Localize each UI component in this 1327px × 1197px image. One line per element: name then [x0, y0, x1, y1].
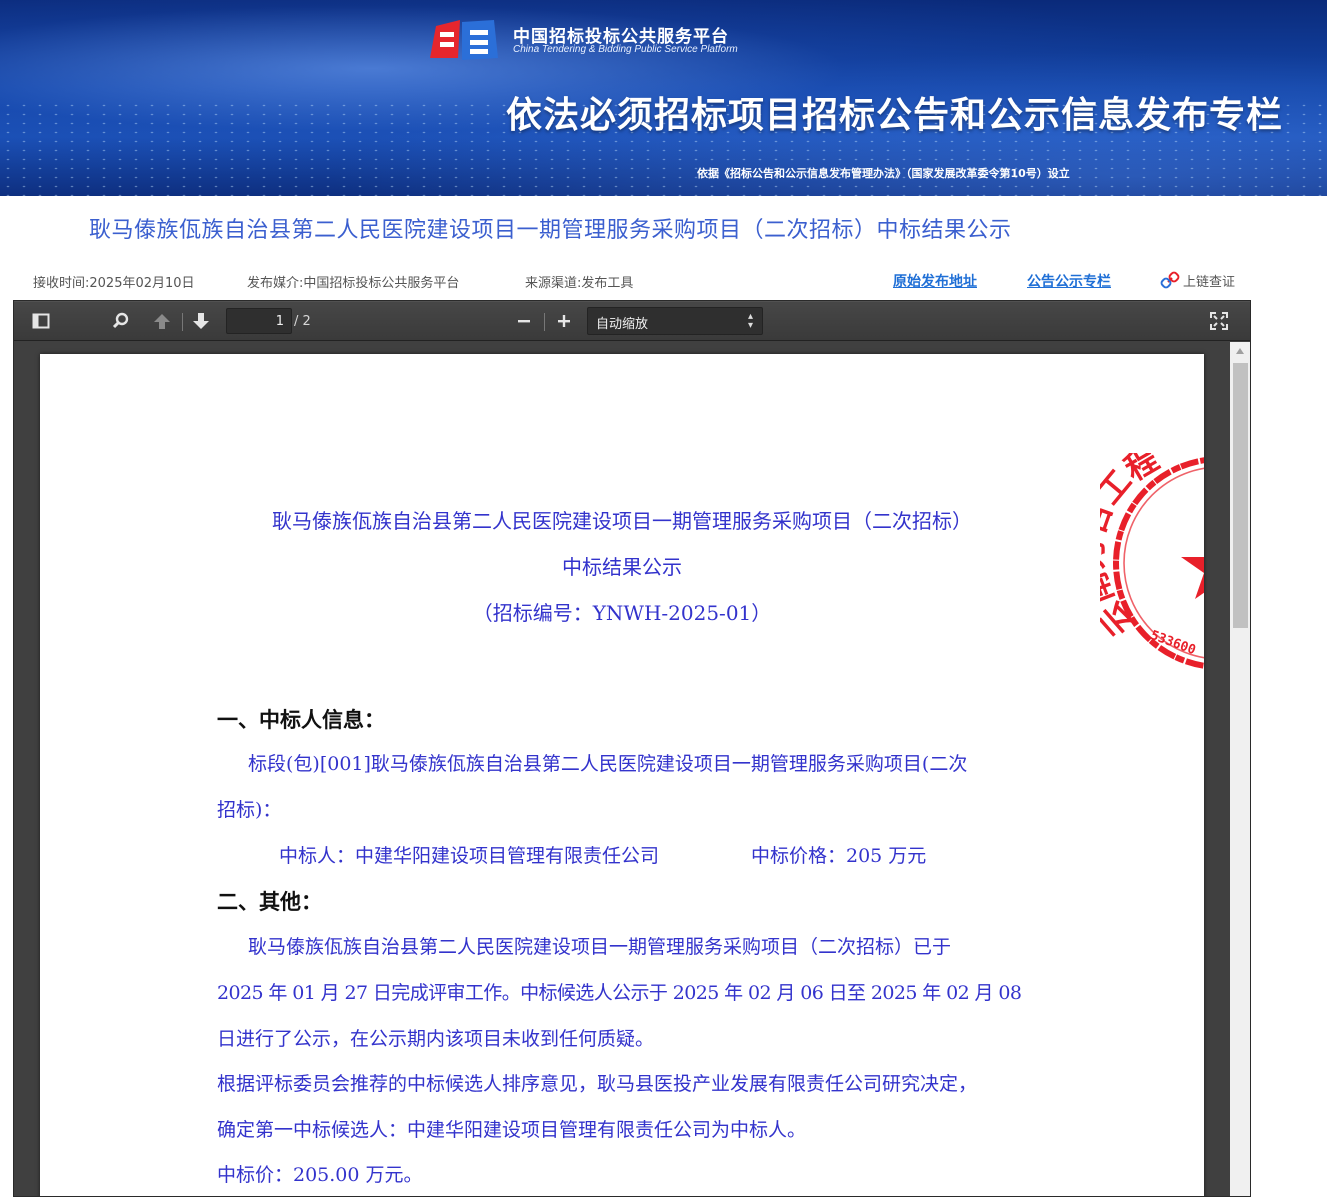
column-link[interactable]: 公告公示专栏	[1027, 271, 1111, 291]
previous-page-button[interactable]	[149, 308, 175, 334]
seal-arc-text: 云南万合工程	[1100, 453, 1165, 644]
doc-code-line: （招标编号：YNWH-2025-01）	[472, 601, 772, 625]
minus-icon	[518, 320, 530, 323]
zoom-out-button[interactable]	[511, 308, 537, 334]
para2-line2: 确定第一中标候选人：中建华阳建设项目管理有限责任公司为中标人。	[217, 1119, 807, 1141]
source-channel: 来源渠道:发布工具	[525, 276, 634, 291]
plus-icon	[558, 315, 570, 327]
banner-basis: 依据《招标公告和公示信息发布管理办法》（国家发展改革委令第10号）设立	[697, 167, 1070, 180]
publish-media: 发布媒介:中国招标投标公共服务平台	[247, 276, 460, 291]
lot-line2: 招标)：	[217, 799, 282, 821]
pdf-page: 耿马傣族佤族自治县第二人民医院建设项目一期管理服务采购项目（二次招标） 中标结果…	[40, 354, 1204, 1196]
section1-heading: 一、中标人信息：	[217, 708, 385, 732]
page-title: 耿马傣族佤族自治县第二人民医院建设项目一期管理服务采购项目（二次招标）中标结果公…	[89, 218, 1012, 243]
pdf-scroll-area[interactable]: 耿马傣族佤族自治县第二人民医院建设项目一期管理服务采购项目（二次招标） 中标结果…	[14, 342, 1250, 1196]
doc-title-line1: 耿马傣族佤族自治县第二人民医院建设项目一期管理服务采购项目（二次招标）	[272, 509, 972, 533]
select-updown-icon: ▴ ▾	[747, 311, 753, 331]
section2-heading: 二、其他：	[217, 890, 322, 914]
presentation-mode-button[interactable]	[1206, 308, 1232, 334]
sidebar-icon	[32, 313, 50, 329]
search-icon	[112, 312, 129, 329]
pdf-viewer: / 2 自动缩放 ▴▾ 耿马傣族佤族自治县第二人民医院建设项目一期管理	[13, 300, 1251, 1197]
company-seal-stamp: 云南万合工程 533600	[1100, 453, 1204, 669]
zoom-select-value: 自动缩放	[596, 317, 649, 332]
scroll-up-arrow-icon[interactable]	[1236, 348, 1244, 354]
arrow-up-icon	[154, 314, 170, 329]
arrow-down-icon	[193, 313, 209, 329]
vertical-scrollbar[interactable]	[1230, 342, 1250, 1196]
toolbar-separator	[182, 313, 183, 331]
para1-line3: 日进行了公示，在公示期内该项目未收到任何质疑。	[217, 1028, 655, 1050]
chain-verify-button[interactable]: 上链查证	[1160, 270, 1235, 290]
chain-link-icon	[1160, 271, 1180, 289]
para1-line2: 2025 年 01 月 27 日完成评审工作。中标候选人公示于 2025 年 0…	[217, 982, 1022, 1004]
next-page-button[interactable]	[188, 308, 214, 334]
header-banner: 中国招标投标公共服务平台 China Tendering & Bidding P…	[0, 0, 1327, 196]
chain-verify-label: 上链查证	[1183, 274, 1236, 290]
sidebar-toggle-button[interactable]	[28, 308, 54, 334]
svg-text:云南万合工程: 云南万合工程	[1100, 453, 1165, 644]
fullscreen-icon	[1210, 312, 1228, 330]
zoom-in-button[interactable]	[551, 308, 577, 334]
toolbar-separator	[544, 313, 545, 331]
platform-name-en: China Tendering & Bidding Public Service…	[513, 44, 738, 55]
banner-slogan: 依法必须招标项目招标公告和公示信息发布专栏	[506, 95, 1284, 136]
platform-logo-icon	[430, 20, 498, 60]
winning-price: 中标价格：205 万元	[751, 845, 927, 867]
find-button[interactable]	[108, 308, 134, 334]
scrollbar-thumb[interactable]	[1233, 363, 1248, 628]
lot-line1: 标段(包)[001]耿马傣族佤族自治县第二人民医院建设项目一期管理服务采购项目(…	[248, 753, 968, 775]
para1-line1: 耿马傣族佤族自治县第二人民医院建设项目一期管理服务采购项目（二次招标）已于	[248, 936, 952, 958]
pdf-toolbar: / 2 自动缩放 ▴▾	[14, 301, 1250, 341]
para2-line1: 根据评标委员会推荐的中标候选人排序意见，耿马县医投产业发展有限责任公司研究决定，	[217, 1073, 978, 1095]
para3: 中标价：205.00 万元。	[217, 1164, 423, 1186]
page-total: / 2	[294, 314, 311, 329]
page-number-input[interactable]	[226, 308, 292, 334]
original-link[interactable]: 原始发布地址	[893, 271, 977, 291]
zoom-select[interactable]: 自动缩放 ▴ ▾	[587, 307, 763, 335]
winner-name: 中标人：中建华阳建设项目管理有限责任公司	[279, 845, 660, 867]
received-time: 接收时间:2025年02月10日	[33, 276, 195, 291]
doc-title-line2: 中标结果公示	[562, 555, 682, 579]
